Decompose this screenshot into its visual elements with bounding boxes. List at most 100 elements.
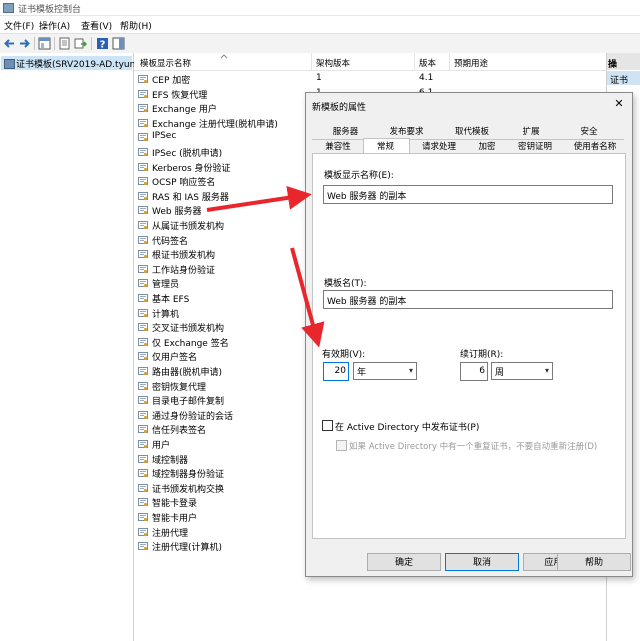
- row-template-name: 通过身份验证的会话: [152, 411, 234, 422]
- certificate-templates-icon: [4, 59, 15, 69]
- row-template-name: 仅 Exchange 签名: [152, 338, 229, 349]
- certificate-template-icon: [138, 177, 148, 186]
- tree-item-certificate-templates[interactable]: 证书模板(SRV2019-AD.tyun.cn: [1, 56, 149, 70]
- certificate-template-icon: [138, 89, 148, 98]
- row-template-name: 智能卡用户: [152, 514, 198, 524]
- tree-item-label: 证书模板(SRV2019-AD.tyun.cn: [16, 60, 149, 70]
- tab-panel-general: [312, 153, 626, 539]
- certificate-template-icon: [138, 133, 148, 142]
- row-template-name: 交叉证书颁发机构: [152, 324, 225, 335]
- cancel-button[interactable]: 取消: [445, 553, 519, 571]
- certificate-template-icon: [138, 191, 148, 200]
- no-reenroll-checkbox[interactable]: [336, 440, 347, 451]
- renewal-unit-select[interactable]: 周 ▾: [491, 362, 553, 380]
- no-reenroll-label: 如果 Active Directory 中有一个重复证书，不要自动重新注册(D): [349, 442, 598, 452]
- menu-help[interactable]: 帮助(H): [120, 19, 152, 32]
- row-template-name: CEP 加密: [152, 76, 191, 86]
- renewal-period-label: 续订期(R):: [460, 350, 504, 360]
- row-template-name: 从属证书颁发机构: [152, 222, 225, 232]
- tab-issuance-requirements[interactable]: 发布要求: [379, 126, 434, 138]
- certificate-template-icon: [138, 206, 148, 215]
- certificate-template-icon: [138, 454, 148, 463]
- validity-unit-select[interactable]: 年 ▾: [353, 362, 417, 380]
- console-tree: 证书模板(SRV2019-AD.tyun.cn: [0, 53, 149, 641]
- toolbar-separator: [91, 37, 92, 50]
- renewal-period-input[interactable]: 6: [460, 362, 488, 381]
- tab-extensions[interactable]: 扩展: [506, 126, 556, 138]
- tab-server[interactable]: 服务器: [318, 126, 373, 138]
- table-row[interactable]: CEP 加密 1 4.1: [134, 72, 604, 86]
- certificate-template-icon: [138, 396, 148, 405]
- row-template-name: Web 服务器: [152, 207, 202, 218]
- forward-arrow-icon[interactable]: [18, 37, 31, 50]
- actions-title: 操: [608, 60, 618, 70]
- certificate-template-icon: [138, 440, 148, 449]
- certificate-template-icon: [138, 221, 148, 230]
- tab-request-handling[interactable]: 请求处理: [412, 141, 466, 153]
- row-template-name: RAS 和 IAS 服务器: [152, 192, 229, 203]
- certificate-template-icon: [138, 425, 148, 434]
- menu-file[interactable]: 文件(F): [4, 19, 34, 32]
- properties-icon[interactable]: [58, 37, 71, 50]
- row-template-name: Kerberos 身份验证: [152, 163, 231, 174]
- row-template-name: 管理员: [152, 280, 180, 291]
- row-template-name: OCSP 响应签名: [152, 178, 216, 189]
- help-icon[interactable]: ?: [96, 37, 109, 50]
- publish-ad-label: 在 Active Directory 中发布证书(P): [335, 423, 480, 433]
- certificate-template-icon: [138, 410, 148, 419]
- template-name-label: 模板名(T):: [324, 279, 367, 289]
- row-template-name: IPSec (脱机申请): [152, 149, 223, 159]
- certificate-template-icon: [138, 513, 148, 522]
- show-action-pane-icon[interactable]: [112, 37, 125, 50]
- tab-security[interactable]: 安全: [564, 126, 614, 138]
- row-template-name: 计算机: [152, 309, 180, 320]
- menu-action[interactable]: 操作(A): [39, 19, 70, 32]
- row-template-name: EFS 恢复代理: [152, 90, 208, 101]
- template-name-input[interactable]: Web 服务器 的副本: [323, 290, 613, 309]
- row-template-name: 工作站身份验证: [152, 265, 216, 276]
- properties-dialog: 新模板的属性 ✕ 服务器 发布要求 取代模板 扩展 安全 兼容性 常规 请求处理…: [305, 92, 633, 577]
- certificate-template-icon: [138, 75, 148, 84]
- menu-bar: 文件(F) 操作(A) 查看(V) 帮助(H): [0, 16, 640, 32]
- display-name-input[interactable]: Web 服务器 的副本: [323, 185, 613, 204]
- menu-view[interactable]: 查看(V): [81, 19, 112, 32]
- row-template-name: 仅用户签名: [152, 353, 198, 364]
- window-title: 证书模板控制台: [18, 5, 82, 15]
- help-button[interactable]: 帮助: [557, 553, 631, 571]
- ok-button[interactable]: 确定: [367, 553, 441, 571]
- export-list-icon[interactable]: [74, 37, 87, 50]
- validity-unit-value: 年: [357, 368, 367, 378]
- column-header-schema[interactable]: 架构版本: [316, 57, 350, 69]
- tab-compatibility[interactable]: 兼容性: [316, 141, 360, 153]
- tab-subject-name[interactable]: 使用者名称: [564, 141, 626, 153]
- row-template-name: 密钥恢复代理: [152, 382, 207, 393]
- sort-ascending-icon: [220, 54, 228, 59]
- certificate-template-icon: [138, 148, 148, 157]
- tab-general[interactable]: 常规: [363, 141, 408, 153]
- validity-period-input[interactable]: 20: [323, 362, 349, 381]
- certificate-template-icon: [138, 469, 148, 478]
- renewal-unit-value: 周: [495, 368, 505, 378]
- row-schema-version: 1: [316, 73, 322, 83]
- console-tree-icon[interactable]: [38, 37, 51, 50]
- row-template-name: 根证书颁发机构: [152, 251, 216, 262]
- tab-superseded-templates[interactable]: 取代模板: [442, 126, 502, 138]
- row-template-name: 基本 EFS: [152, 295, 190, 305]
- tab-key-attestation[interactable]: 密钥证明: [509, 141, 561, 153]
- chevron-down-icon: ▾: [408, 366, 413, 375]
- row-template-name: 信任列表签名: [152, 426, 207, 437]
- certificate-template-icon: [138, 323, 148, 332]
- certificate-template-icon: [138, 367, 148, 376]
- publish-ad-checkbox[interactable]: [322, 420, 333, 431]
- chevron-down-icon: ▾: [544, 366, 549, 375]
- column-header-display-name[interactable]: 模板显示名称: [140, 57, 191, 69]
- column-header-intended-purpose[interactable]: 预期用途: [454, 57, 488, 69]
- row-template-name: 证书颁发机构交换: [152, 484, 225, 495]
- close-icon[interactable]: ✕: [612, 97, 626, 111]
- back-arrow-icon[interactable]: [3, 37, 16, 50]
- actions-section[interactable]: 证书: [607, 71, 640, 86]
- column-header-version[interactable]: 版本: [419, 57, 436, 69]
- actions-header: 操: [607, 53, 640, 70]
- tab-cryptography[interactable]: 加密: [466, 141, 508, 153]
- certificate-template-icon: [138, 264, 148, 273]
